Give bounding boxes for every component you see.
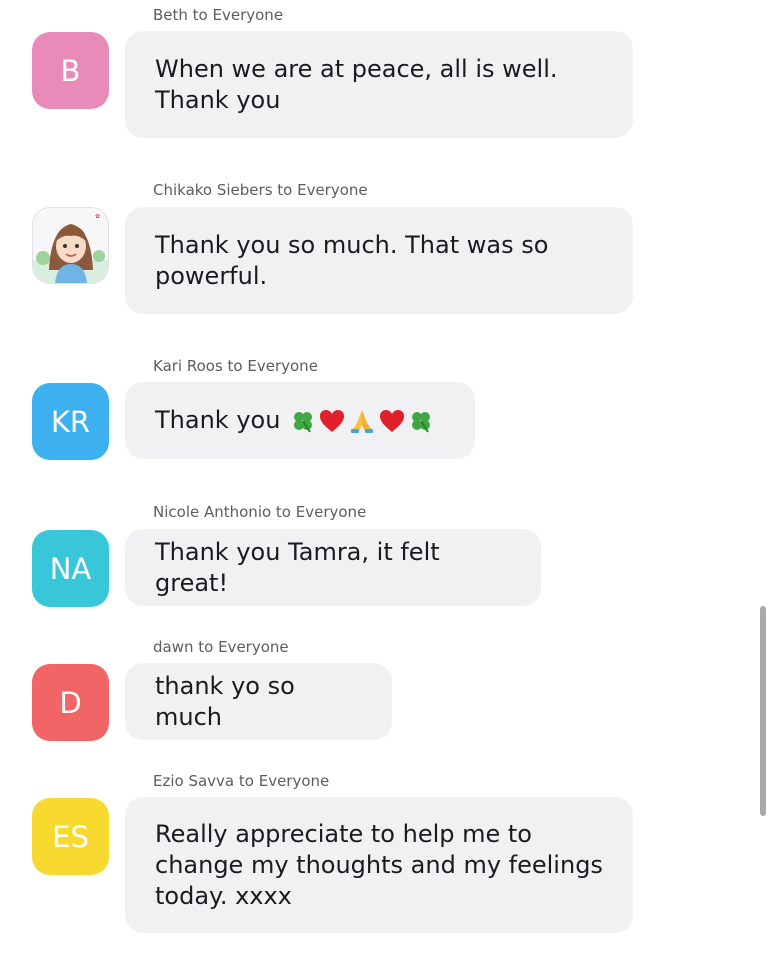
sender-label: Beth to Everyone: [153, 6, 284, 24]
message-bubble: thank yo so much: [125, 663, 392, 740]
message-bubble: Really appreciate to help me to change m…: [125, 797, 633, 933]
sender-label: Nicole Anthonio to Everyone: [153, 503, 367, 521]
message-text: Thank you so much. That was so powerful.: [155, 230, 549, 290]
four-leaf-clover-icon: [294, 411, 313, 433]
avatar-initials: KR: [50, 404, 91, 439]
message-bubble: When we are at peace, all is well. Thank…: [125, 31, 633, 138]
message-text: When we are at peace, all is well. Thank…: [155, 54, 558, 114]
avatar: D: [32, 664, 109, 741]
avatar: ✿: [32, 207, 109, 284]
avatar-initials: B: [60, 53, 81, 88]
avatar-initials: NA: [49, 551, 92, 586]
message-bubble: Thank you Tamra, it felt great!: [125, 529, 541, 606]
sender-label: Chikako Siebers to Everyone: [153, 181, 368, 199]
avatar: NA: [32, 530, 109, 607]
message-text: Thank you: [155, 406, 281, 434]
folded-hands-icon: [351, 409, 374, 433]
message-bubble: Thank you: [125, 382, 475, 459]
sender-label: Kari Roos to Everyone: [153, 357, 318, 375]
avatar: KR: [32, 383, 109, 460]
message-bubble: Thank you so much. That was so powerful.: [125, 207, 633, 314]
message-text: Thank you Tamra, it felt great!: [155, 537, 448, 597]
sender-label: dawn to Everyone: [153, 638, 289, 656]
scrollbar[interactable]: [760, 606, 766, 816]
avatar-initials: ES: [52, 819, 89, 854]
cartoon-portrait-icon: ✿: [33, 208, 108, 283]
avatar: B: [32, 32, 109, 109]
message-text: Really appreciate to help me to change m…: [155, 819, 603, 910]
four-leaf-clover-icon: [412, 411, 431, 433]
red-heart-icon: [320, 409, 345, 432]
avatar: ES: [32, 798, 109, 875]
red-heart-icon: [380, 409, 405, 432]
message-text: thank yo so much: [155, 671, 303, 731]
avatar-initials: D: [59, 685, 82, 720]
emoji-row: [290, 407, 434, 435]
svg-text:✿: ✿: [95, 213, 100, 220]
sender-label: Ezio Savva to Everyone: [153, 772, 330, 790]
